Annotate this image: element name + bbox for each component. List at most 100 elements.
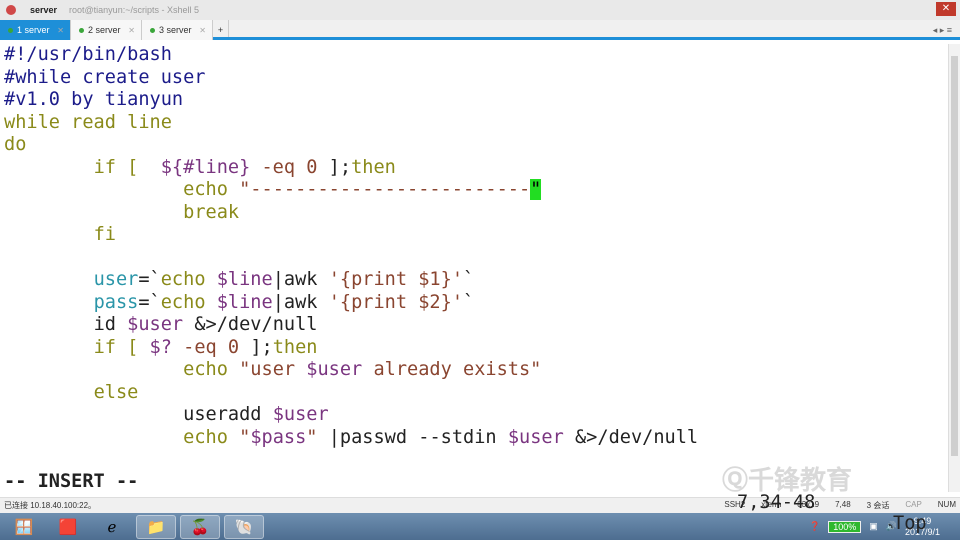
- code-token: =`: [138, 269, 161, 290]
- close-tab-icon[interactable]: ✕: [57, 26, 64, 35]
- code-line: pass=`echo $line|awk '{print $2}'`: [4, 292, 948, 315]
- code-token: do: [4, 134, 27, 155]
- caps-lock: CAP: [905, 500, 922, 509]
- code-token: $?: [149, 336, 172, 358]
- status-bar: 已连接 10.18.40.100:22。 SSH2 xterm 83x19 7,…: [0, 497, 960, 513]
- text-cursor: ": [530, 179, 542, 200]
- code-token: useradd: [183, 404, 273, 425]
- xshell-logo-icon: [6, 5, 16, 15]
- code-token: if [: [93, 156, 161, 178]
- close-tab-icon[interactable]: ✕: [128, 26, 135, 35]
- code-token: ": [306, 426, 318, 448]
- file-explorer-icon[interactable]: 📁: [136, 514, 176, 539]
- status-dot-icon: [79, 27, 84, 33]
- code-token: already exists": [362, 359, 542, 380]
- vim-status-line: -- INSERT -- 7,34-48 Top: [0, 450, 948, 534]
- code-token: #while create user: [4, 66, 206, 88]
- code-line: if [ $? -eq 0 ];then: [4, 337, 948, 360]
- code-line: id $user &>/dev/null: [4, 314, 948, 337]
- code-line: do: [4, 134, 948, 157]
- code-token: $user: [306, 359, 363, 380]
- code-token: $user: [127, 314, 184, 335]
- tab-list-menu-icon[interactable]: ◂ ▸ ≡: [933, 20, 952, 37]
- tab-server-3[interactable]: 3 server ✕: [142, 20, 213, 40]
- code-token: ${#line}: [160, 156, 251, 178]
- session-count: 3 会话: [866, 501, 890, 510]
- close-window-button[interactable]: ✕: [936, 2, 956, 16]
- cherry-app-icon[interactable]: 🍒: [180, 514, 220, 539]
- code-token: ];: [317, 156, 352, 178]
- code-line: useradd $user: [4, 404, 948, 427]
- xshell-taskbar-icon[interactable]: 🐚: [224, 514, 264, 539]
- code-token: $line: [216, 291, 273, 313]
- help-icon[interactable]: ❓: [809, 521, 820, 532]
- code-token: $line: [216, 269, 273, 290]
- code-token: if [: [93, 336, 150, 358]
- code-line: echo "user $user already exists": [4, 359, 948, 382]
- code-line: #v1.0 by tianyun: [4, 89, 948, 112]
- tab-server-2[interactable]: 2 server ✕: [71, 20, 142, 40]
- tab-label: 3 server: [159, 25, 192, 35]
- new-tab-button[interactable]: +: [213, 20, 229, 37]
- code-token: '{print $1}': [328, 269, 464, 290]
- battery-indicator[interactable]: 100%: [828, 520, 862, 533]
- cursor-pos: 7,48: [835, 500, 851, 509]
- code-token: "user: [239, 359, 307, 380]
- close-tab-icon[interactable]: ✕: [199, 26, 206, 35]
- cursor-position: 7,34-48: [737, 492, 816, 513]
- code-token: &>/dev/null: [563, 426, 699, 448]
- code-token: echo: [183, 359, 240, 380]
- control-panel-icon[interactable]: 🟥: [48, 515, 88, 539]
- code-line: fi: [4, 224, 948, 247]
- num-lock: NUM: [937, 500, 956, 509]
- code-token: &>/dev/null: [183, 314, 318, 335]
- title-bar: server root@tianyun:~/scripts - Xshell 5…: [0, 0, 960, 20]
- code-token: $user: [507, 426, 564, 448]
- code-token: -eq: [250, 156, 307, 178]
- taskbar: 🪟 🟥 ℯ 📁 🍒 🐚 ❓ 100% ▣ 🔊 9:49 2017/9/1: [0, 513, 960, 540]
- code-token: 0: [227, 336, 240, 358]
- terminal-editor[interactable]: #!/usr/bin/bash #while create user #v1.0 b…: [0, 44, 948, 476]
- code-token: ];: [239, 336, 273, 358]
- code-token: echo: [160, 291, 217, 313]
- status-dot-icon: [8, 27, 13, 33]
- network-icon[interactable]: ▣: [869, 521, 878, 532]
- internet-explorer-icon[interactable]: ℯ: [92, 515, 132, 539]
- tab-bar: 1 server ✕ 2 server ✕ 3 server ✕ + ◂ ▸ ≡: [0, 20, 960, 40]
- window-title: root@tianyun:~/scripts - Xshell 5: [69, 5, 199, 15]
- code-line: #!/usr/bin/bash: [4, 44, 948, 67]
- code-token: then: [351, 156, 396, 178]
- code-token: else: [93, 381, 139, 403]
- code-token: user: [93, 269, 139, 290]
- code-token: `: [463, 269, 475, 290]
- scrollbar-thumb[interactable]: [951, 56, 958, 456]
- code-token: $user: [272, 404, 329, 425]
- app-name: server: [30, 5, 58, 15]
- code-token: then: [272, 336, 318, 358]
- system-tray: ❓ 100% ▣ 🔊 9:49 2017/9/1: [809, 516, 960, 538]
- code-line: break: [4, 202, 948, 225]
- code-token: echo: [183, 179, 240, 200]
- code-line: else: [4, 382, 948, 405]
- code-line: while read line: [4, 112, 948, 135]
- code-token: break: [183, 201, 240, 223]
- code-token: |passwd --stdin: [317, 426, 508, 448]
- code-line: echo "-------------------------": [4, 179, 948, 202]
- tab-server-1[interactable]: 1 server ✕: [0, 20, 71, 40]
- code-token: |awk: [272, 269, 329, 290]
- vertical-scrollbar[interactable]: [948, 44, 960, 492]
- code-token: id: [93, 314, 128, 335]
- code-line: user=`echo $line|awk '{print $1}'`: [4, 269, 948, 292]
- status-dot-icon: [150, 27, 155, 33]
